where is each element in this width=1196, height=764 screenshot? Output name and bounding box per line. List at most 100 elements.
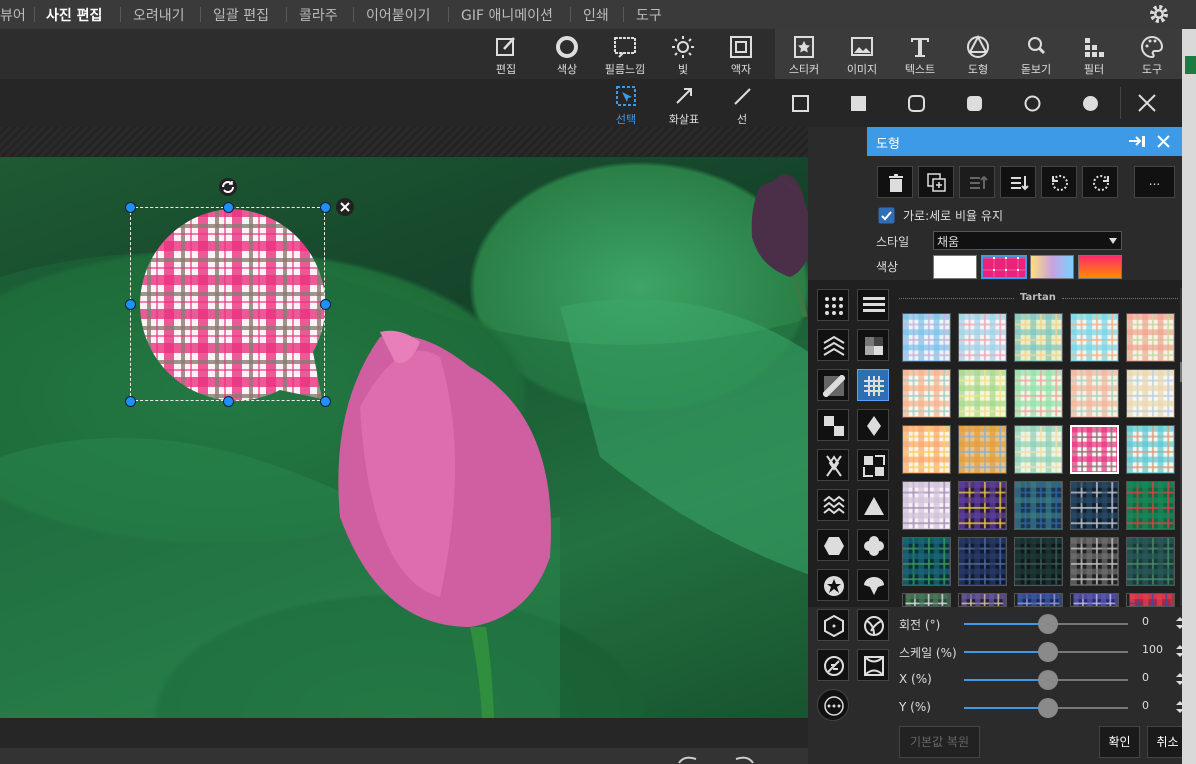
tartan-swatch[interactable] <box>902 369 951 418</box>
circle-filled-icon[interactable] <box>1082 95 1099 112</box>
tartan-swatch[interactable] <box>1126 537 1175 586</box>
color-pattern-swatch[interactable] <box>981 255 1027 279</box>
tartan-swatch[interactable] <box>1126 481 1175 530</box>
category-diamond[interactable] <box>857 409 889 441</box>
tool-image-button[interactable]: 이미지 <box>833 29 891 79</box>
shape-line-button[interactable]: 선 <box>722 83 762 127</box>
category-dots[interactable] <box>817 289 849 321</box>
tartan-swatch[interactable] <box>1070 425 1119 474</box>
slider-knob[interactable] <box>1038 670 1058 690</box>
shape-select-button[interactable]: 선택 <box>606 83 646 127</box>
style-select[interactable]: 채움 <box>933 231 1122 250</box>
tartan-swatch[interactable] <box>958 537 1007 586</box>
rotate-handle-icon[interactable] <box>218 177 238 197</box>
resize-handle[interactable] <box>125 202 136 213</box>
resize-handle[interactable] <box>320 202 331 213</box>
selection-box[interactable] <box>125 202 331 407</box>
rounded-rect-filled-icon[interactable] <box>966 95 983 112</box>
slider-knob[interactable] <box>1038 614 1058 634</box>
tartan-swatch[interactable] <box>958 593 1007 607</box>
menu-combine[interactable]: 이어붙이기 <box>366 5 430 25</box>
resize-handle[interactable] <box>125 396 136 407</box>
tool-edit-button[interactable]: 편집 <box>477 29 535 79</box>
redo-icon[interactable] <box>734 755 756 764</box>
rect-filled-icon[interactable] <box>850 95 867 112</box>
slider-track-rest[interactable] <box>1048 623 1128 625</box>
category-clover[interactable] <box>857 529 889 561</box>
bring-front-button[interactable] <box>959 166 995 198</box>
slider-track[interactable] <box>964 679 1048 681</box>
menu-batch-edit[interactable]: 일괄 편집 <box>213 5 269 25</box>
reset-button[interactable]: 기본값 복원 <box>899 726 980 758</box>
panel-close-icon[interactable] <box>1156 134 1171 149</box>
menu-gif[interactable]: GIF 애니메이션 <box>461 5 553 25</box>
tartan-swatch[interactable] <box>1014 593 1063 607</box>
category-star-circle[interactable] <box>817 569 849 601</box>
resize-handle[interactable] <box>223 396 234 407</box>
tartan-swatch[interactable] <box>958 425 1007 474</box>
tartan-swatch[interactable] <box>958 313 1007 362</box>
slider-track-rest[interactable] <box>1048 679 1128 681</box>
tool-frame-button[interactable]: 액자 <box>712 29 770 79</box>
category-hexagon[interactable] <box>817 529 849 561</box>
menu-print[interactable]: 인쇄 <box>583 5 609 25</box>
category-shell[interactable] <box>857 569 889 601</box>
resize-handle[interactable] <box>320 299 331 310</box>
keep-ratio-checkbox[interactable] <box>878 207 895 224</box>
duplicate-button[interactable] <box>918 166 954 198</box>
tartan-swatch[interactable] <box>958 369 1007 418</box>
undo-icon[interactable] <box>676 755 698 764</box>
tool-sticker-button[interactable]: 스티커 <box>775 29 833 79</box>
tartan-swatch[interactable] <box>902 313 951 362</box>
resize-handle[interactable] <box>223 202 234 213</box>
color-solid-swatch[interactable] <box>933 255 977 279</box>
tool-magnifier-button[interactable]: 돋보기 <box>1007 29 1065 79</box>
slider-track[interactable] <box>964 707 1048 709</box>
menu-photo-edit[interactable]: 사진 편집 <box>46 5 102 25</box>
pin-icon[interactable] <box>1128 134 1148 149</box>
rotate-right-button[interactable] <box>1082 166 1118 198</box>
category-waves[interactable] <box>817 489 849 521</box>
slider-knob[interactable] <box>1038 642 1058 662</box>
tool-light-button[interactable]: 빛 <box>654 29 712 79</box>
tool-color-button[interactable]: 색상 <box>538 29 596 79</box>
category-tartan[interactable] <box>857 369 889 401</box>
tartan-swatch[interactable] <box>1014 481 1063 530</box>
more-button[interactable]: ... <box>1134 166 1175 198</box>
category-triangle[interactable] <box>857 489 889 521</box>
circle-outline-icon[interactable] <box>1024 95 1041 112</box>
tartan-swatch[interactable] <box>1014 313 1063 362</box>
rotate-left-button[interactable] <box>1041 166 1077 198</box>
tartan-swatch[interactable] <box>1070 369 1119 418</box>
tartan-swatch[interactable] <box>902 537 951 586</box>
category-lattice[interactable] <box>817 449 849 481</box>
slider-track[interactable] <box>964 623 1048 625</box>
category-stripes[interactable] <box>857 289 889 321</box>
color-gradient-warm-swatch[interactable] <box>1078 255 1122 279</box>
rounded-rect-outline-icon[interactable] <box>908 95 925 112</box>
slider-knob[interactable] <box>1038 698 1058 718</box>
rect-outline-icon[interactable] <box>792 95 809 112</box>
category-gradient[interactable] <box>817 369 849 401</box>
category-checker[interactable] <box>817 409 849 441</box>
tool-film-button[interactable]: 필름느낌 <box>596 29 654 79</box>
send-back-button[interactable] <box>1000 166 1036 198</box>
photo-lotus[interactable] <box>0 157 816 718</box>
delete-button[interactable] <box>877 166 913 198</box>
tartan-swatch[interactable] <box>1070 481 1119 530</box>
slider-track[interactable] <box>964 651 1048 653</box>
tartan-swatch[interactable] <box>902 425 951 474</box>
tartan-swatch[interactable] <box>902 481 951 530</box>
shape-arrow-button[interactable]: 화살표 <box>664 83 704 127</box>
resize-handle[interactable] <box>320 396 331 407</box>
tartan-swatch[interactable] <box>1070 313 1119 362</box>
tartan-swatch[interactable] <box>1070 537 1119 586</box>
category-more[interactable] <box>817 689 849 721</box>
ok-button[interactable]: 확인 <box>1099 726 1140 758</box>
category-ball[interactable] <box>857 609 889 641</box>
category-chevron[interactable] <box>817 329 849 361</box>
close-icon[interactable] <box>1137 93 1157 113</box>
tartan-swatch[interactable] <box>1126 593 1175 607</box>
tartan-swatch[interactable] <box>1014 369 1063 418</box>
slider-track-rest[interactable] <box>1048 651 1128 653</box>
